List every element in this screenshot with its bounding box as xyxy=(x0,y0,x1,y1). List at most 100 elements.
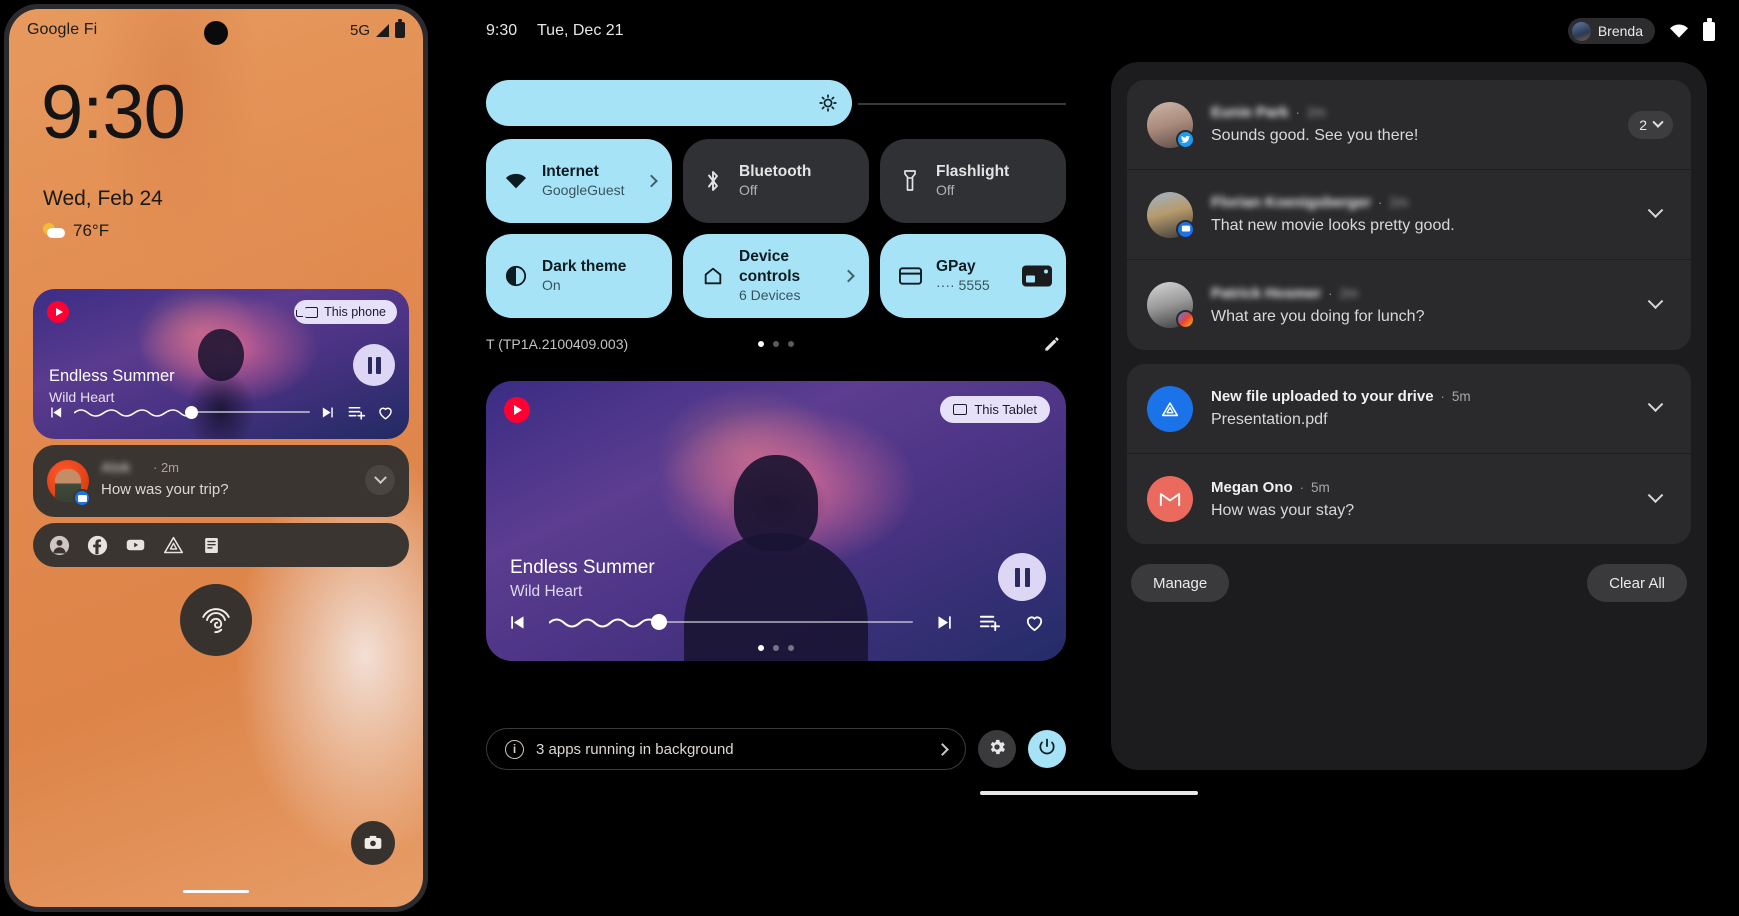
media-title: Endless Summer xyxy=(49,367,175,385)
notification-header: Patrick Hosmer · 2m xyxy=(1211,285,1671,302)
keep-icon[interactable] xyxy=(201,535,222,556)
build-label: T (TP1A.2100409.003) xyxy=(486,336,629,352)
contact-avatar-icon[interactable] xyxy=(49,535,70,556)
power-icon xyxy=(1037,737,1057,762)
previous-track-icon[interactable] xyxy=(506,612,527,633)
chevron-down-icon xyxy=(1652,116,1664,128)
next-track-icon[interactable] xyxy=(320,404,337,421)
gear-icon xyxy=(987,737,1007,762)
drive-app-icon xyxy=(1147,385,1193,432)
tile-subtitle: 6 Devices xyxy=(739,286,801,303)
previous-track-icon[interactable] xyxy=(47,404,64,421)
tile-subtitle: On xyxy=(542,277,561,294)
seek-bar[interactable] xyxy=(74,405,310,419)
youtube-music-icon xyxy=(47,301,69,323)
expand-button[interactable] xyxy=(1639,393,1671,425)
tile-bluetooth[interactable]: Bluetooth Off xyxy=(683,139,869,223)
phone-media-card[interactable]: This phone Endless Summer Wild Heart xyxy=(33,289,409,439)
pencil-icon[interactable] xyxy=(1042,334,1062,354)
seek-knob[interactable] xyxy=(650,614,667,630)
tile-title: Device controls xyxy=(739,248,801,285)
separator-dot: · xyxy=(1328,285,1333,301)
quick-settings-footer: T (TP1A.2100409.003) xyxy=(486,332,1066,356)
brightness-icon xyxy=(818,93,838,113)
notification-row[interactable]: Patrick Hosmer · 2m What are you doing f… xyxy=(1127,260,1691,350)
brightness-row xyxy=(486,78,1066,128)
tile-device-controls[interactable]: Device controls 6 Devices xyxy=(683,234,869,318)
home-icon xyxy=(701,264,725,288)
phone-media-controls xyxy=(47,401,395,423)
card-preview-icon xyxy=(1022,265,1052,287)
tile-internet[interactable]: Internet GoogleGuest xyxy=(486,139,672,223)
status-time: 9:30 xyxy=(486,22,518,39)
phone-notification[interactable]: Alok · 2m How was your trip? xyxy=(33,445,409,517)
tablet-status-bar: 9:30 Tue, Dec 21 Brenda xyxy=(0,0,1739,62)
expand-button[interactable] xyxy=(1639,289,1671,321)
next-track-icon[interactable] xyxy=(935,612,956,633)
pause-button[interactable] xyxy=(998,553,1046,601)
count-label: 2 xyxy=(1639,116,1647,133)
youtube-icon[interactable] xyxy=(125,535,146,556)
favorite-icon[interactable] xyxy=(376,403,395,422)
tile-subtitle: ···· 5555 xyxy=(936,277,990,294)
drive-icon[interactable] xyxy=(163,535,184,556)
seek-bar[interactable] xyxy=(549,614,913,630)
notification-row[interactable]: New file uploaded to your drive · 5m Pre… xyxy=(1127,364,1691,454)
add-to-queue-icon[interactable] xyxy=(978,611,1001,634)
notification-row[interactable]: Megan Ono · 5m How was your stay? xyxy=(1127,454,1691,544)
tile-gpay[interactable]: GPay ···· 5555 xyxy=(880,234,1066,318)
settings-button[interactable] xyxy=(978,730,1016,768)
chevron-down-icon xyxy=(1647,396,1663,413)
notification-content: Eunie Park · 2m Sounds good. See you the… xyxy=(1211,104,1671,145)
cast-chip[interactable]: This Tablet xyxy=(940,396,1050,423)
notification-time: 5m xyxy=(1311,479,1330,495)
background-apps-button[interactable]: i 3 apps running in background xyxy=(486,728,966,770)
brightness-track xyxy=(858,103,1066,105)
camera-icon[interactable] xyxy=(351,821,395,865)
tile-flashlight[interactable]: Flashlight Off xyxy=(880,139,1066,223)
notification-row[interactable]: Florian Koenigsberger · 2m That new movi… xyxy=(1127,170,1691,260)
facebook-icon[interactable] xyxy=(87,535,108,556)
add-to-queue-icon[interactable] xyxy=(347,403,366,422)
tile-title: Internet xyxy=(542,162,599,180)
cast-chip[interactable]: This phone xyxy=(294,300,397,324)
fingerprint-icon[interactable] xyxy=(180,584,252,656)
tablet-media-card[interactable]: This Tablet Endless Summer Wild Heart xyxy=(486,381,1066,661)
separator-dot: · xyxy=(1378,195,1383,210)
tile-title: Dark theme xyxy=(542,257,627,275)
chevron-right-icon[interactable] xyxy=(645,174,658,188)
brightness-slider[interactable] xyxy=(486,80,852,126)
power-button[interactable] xyxy=(1028,730,1066,768)
expand-button[interactable] xyxy=(1639,199,1671,231)
clear-all-button[interactable]: Clear All xyxy=(1587,564,1687,602)
lockscreen-weather: 76°F xyxy=(43,221,109,241)
expand-button[interactable] xyxy=(1639,483,1671,515)
lockscreen-date: Wed, Feb 24 xyxy=(43,187,163,210)
gmail-app-icon xyxy=(1147,476,1193,522)
notification-sender: New file uploaded to your drive xyxy=(1211,388,1434,405)
cast-chip-label: This Tablet xyxy=(974,402,1037,417)
user-chip[interactable]: Brenda xyxy=(1567,18,1655,44)
seek-knob[interactable] xyxy=(184,405,198,419)
notification-sender: Eunie Park xyxy=(1211,104,1289,121)
notification-time: · 2m xyxy=(153,460,180,475)
tile-subtitle: GoogleGuest xyxy=(542,182,625,199)
notification-content: Megan Ono · 5m How was your stay? xyxy=(1211,479,1671,520)
favorite-icon[interactable] xyxy=(1023,611,1046,634)
flashlight-icon xyxy=(898,169,922,193)
notification-content: New file uploaded to your drive · 5m Pre… xyxy=(1211,388,1671,429)
tablet-footer: i 3 apps running in background xyxy=(486,728,1066,770)
notification-row[interactable]: Eunie Park · 2m Sounds good. See you the… xyxy=(1127,80,1691,170)
notification-group-apps: New file uploaded to your drive · 5m Pre… xyxy=(1127,364,1691,544)
notification-sender: Alok xyxy=(101,460,131,475)
info-icon: i xyxy=(505,739,524,759)
pause-button[interactable] xyxy=(353,344,395,386)
lockscreen-clock: 9:30 xyxy=(41,70,186,155)
tile-dark-theme[interactable]: Dark theme On xyxy=(486,234,672,318)
manage-button[interactable]: Manage xyxy=(1131,564,1230,602)
notification-content: Florian Koenigsberger · 2m That new movi… xyxy=(1211,194,1671,235)
expand-button[interactable] xyxy=(365,465,395,495)
notification-count-badge[interactable]: 2 xyxy=(1628,110,1673,139)
quick-settings-panel: Internet GoogleGuest Bluetooth Off Flash… xyxy=(486,78,1066,356)
tile-title: GPay xyxy=(936,257,976,275)
